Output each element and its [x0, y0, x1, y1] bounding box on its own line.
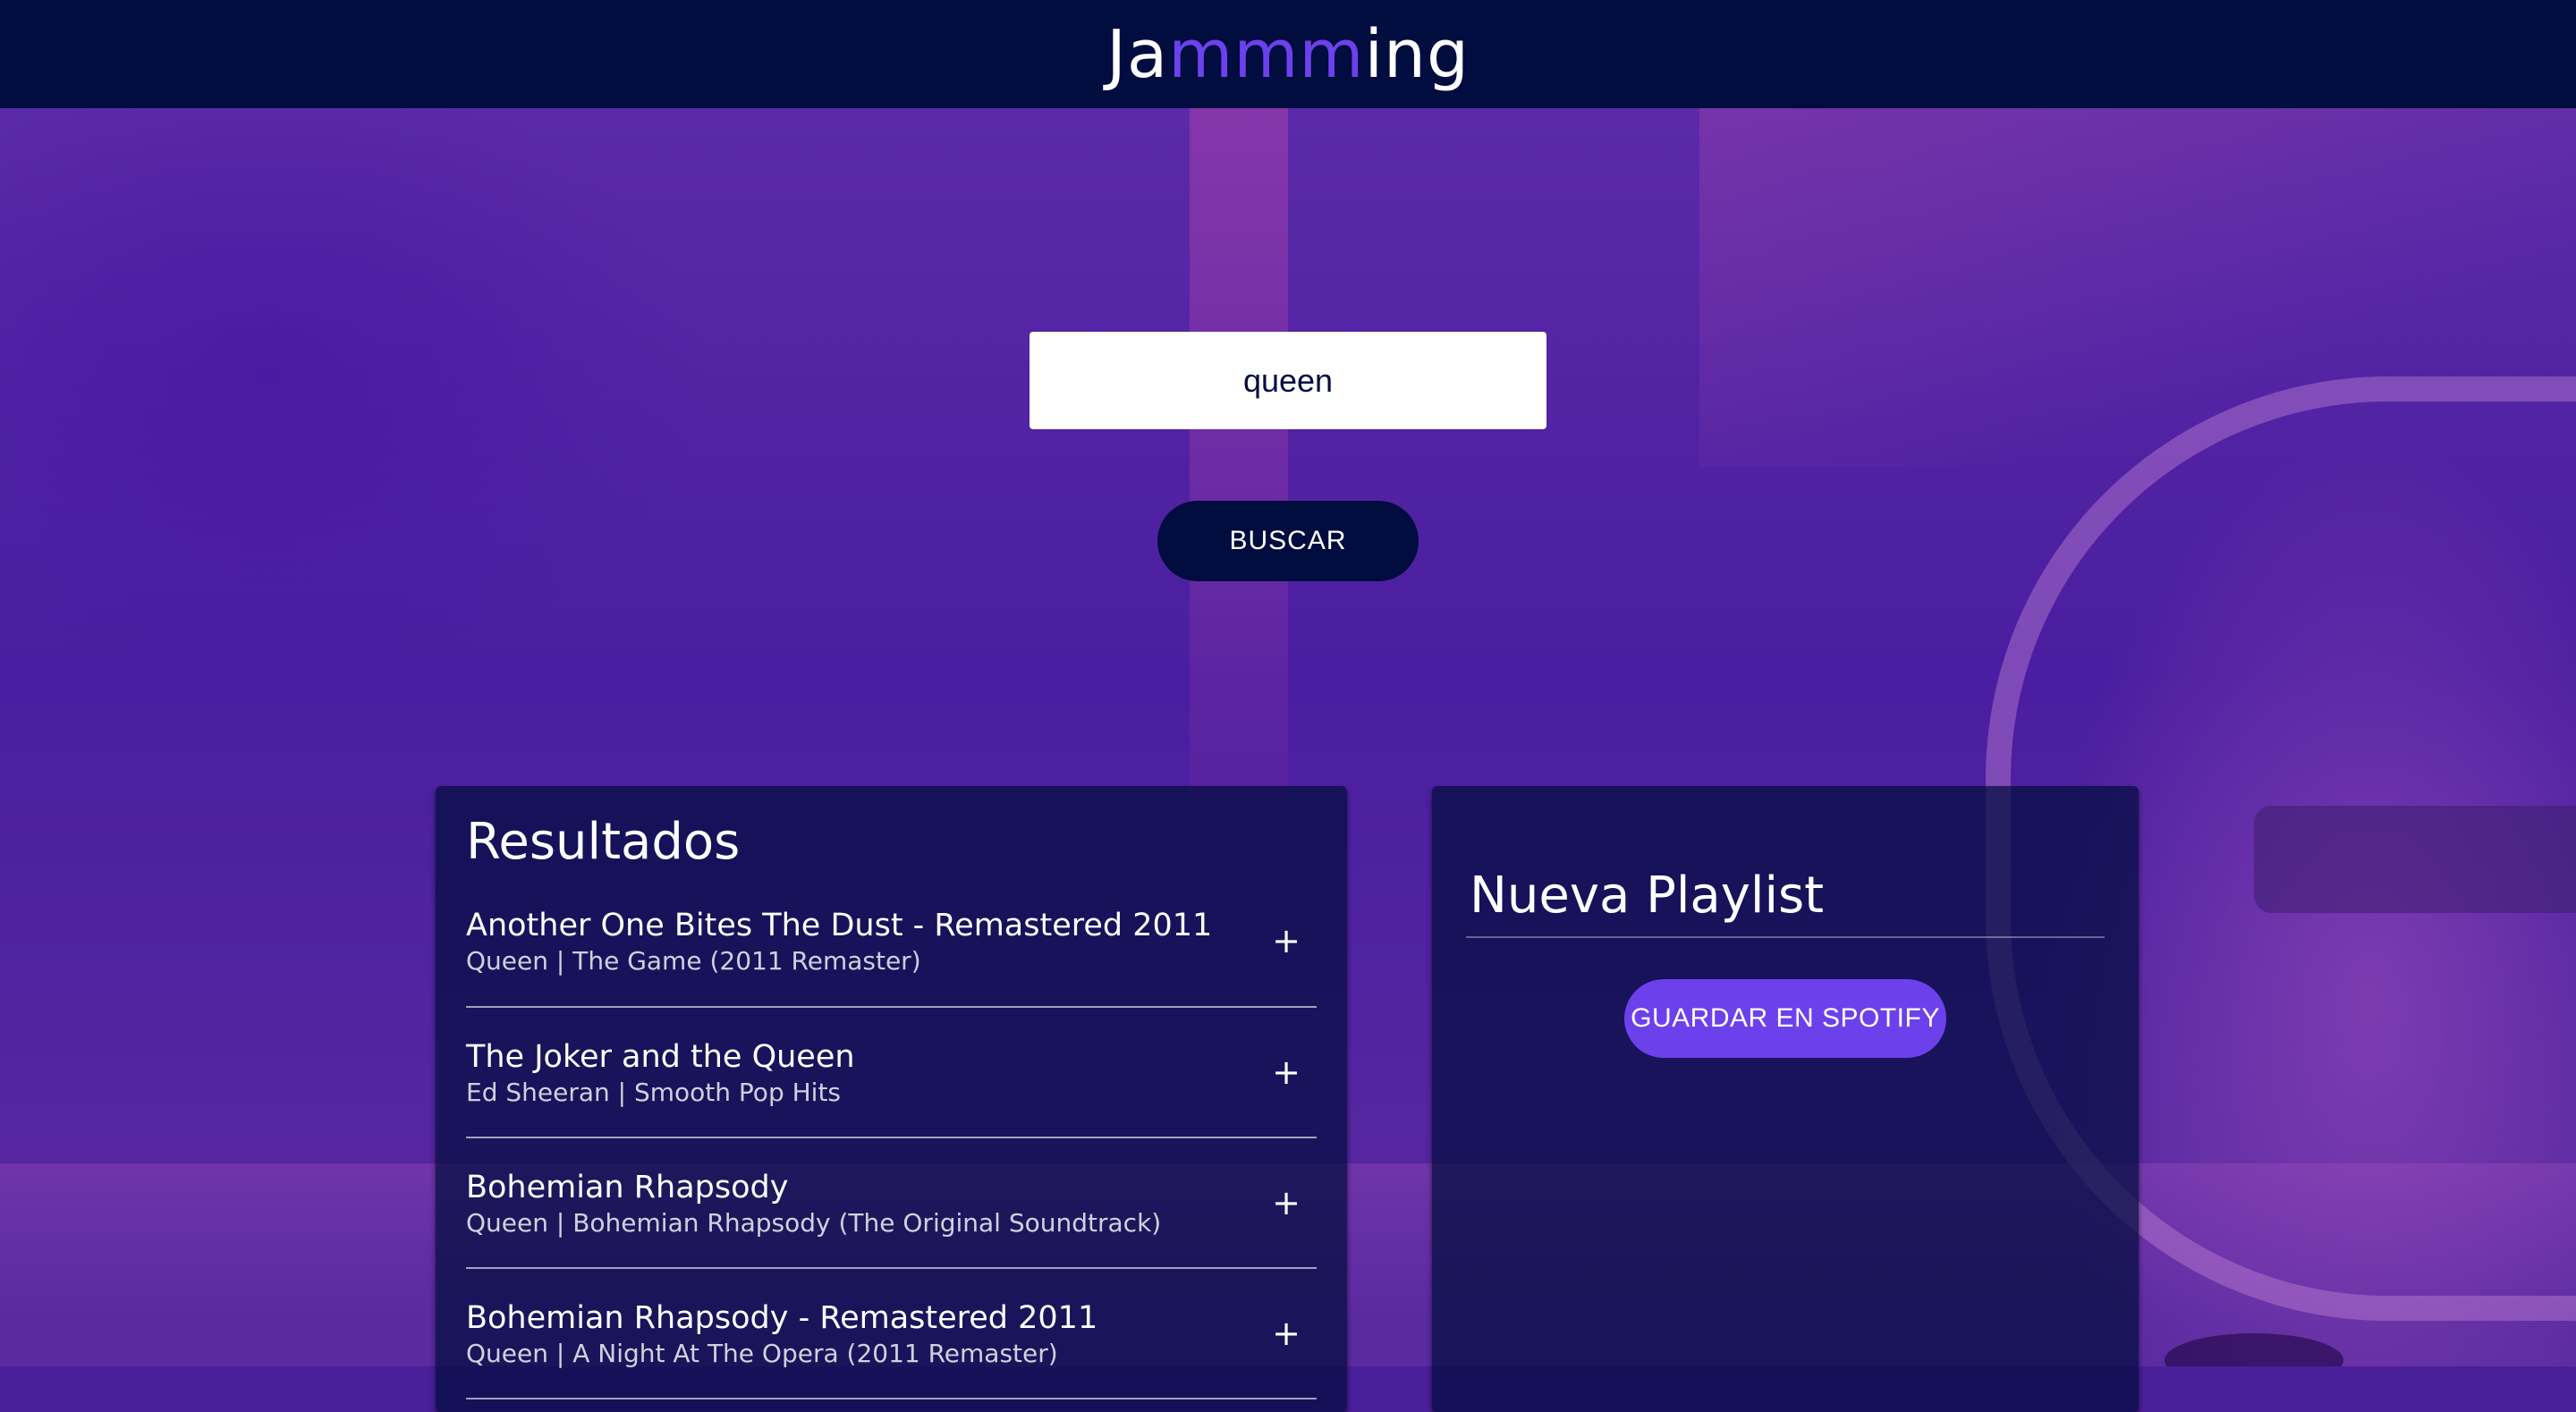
track-list: Another One Bites The Dust - Remastered …	[466, 875, 1317, 1399]
search-results-panel: Resultados Another One Bites The Dust - …	[436, 786, 1347, 1412]
track-item: Bohemian Rhapsody - Remastered 2011 Quee…	[466, 1269, 1317, 1399]
track-item: The Joker and the Queen Ed Sheeran | Smo…	[466, 1008, 1317, 1138]
track-artist-album: Queen | The Game (2011 Remaster)	[466, 946, 921, 976]
playlist-panel: Nueva Playlist GUARDAR EN SPOTIFY	[1432, 786, 2139, 1412]
search-input[interactable]	[1030, 332, 1546, 429]
add-track-button[interactable]: +	[1259, 1306, 1313, 1360]
add-track-button[interactable]: +	[1259, 1045, 1313, 1099]
track-name: Bohemian Rhapsody - Remastered 2011	[466, 1300, 1098, 1336]
save-to-spotify-button[interactable]: GUARDAR EN SPOTIFY	[1624, 979, 1946, 1058]
track-name: The Joker and the Queen	[466, 1039, 855, 1075]
track-artist-album: Ed Sheeran | Smooth Pop Hits	[466, 1078, 842, 1107]
playlist-name-input[interactable]: Nueva Playlist	[1466, 865, 2105, 938]
add-track-button[interactable]: +	[1259, 914, 1313, 968]
track-artist-album: Queen | Bohemian Rhapsody (The Original …	[466, 1208, 1162, 1238]
search-button[interactable]: BUSCAR	[1157, 501, 1419, 581]
results-title: Resultados	[466, 813, 741, 871]
track-item: Another One Bites The Dust - Remastered …	[466, 875, 1317, 1008]
app-header: Jammming	[0, 0, 2576, 108]
app-logo: Jammming	[1106, 15, 1470, 93]
track-name: Bohemian Rhapsody	[466, 1170, 789, 1205]
logo-accent: mmm	[1168, 15, 1365, 93]
track-name: Another One Bites The Dust - Remastered …	[466, 908, 1213, 943]
track-item: Bohemian Rhapsody Queen | Bohemian Rhaps…	[466, 1138, 1317, 1269]
add-track-button[interactable]: +	[1259, 1176, 1313, 1230]
track-artist-album: Queen | A Night At The Opera (2011 Remas…	[466, 1339, 1058, 1368]
